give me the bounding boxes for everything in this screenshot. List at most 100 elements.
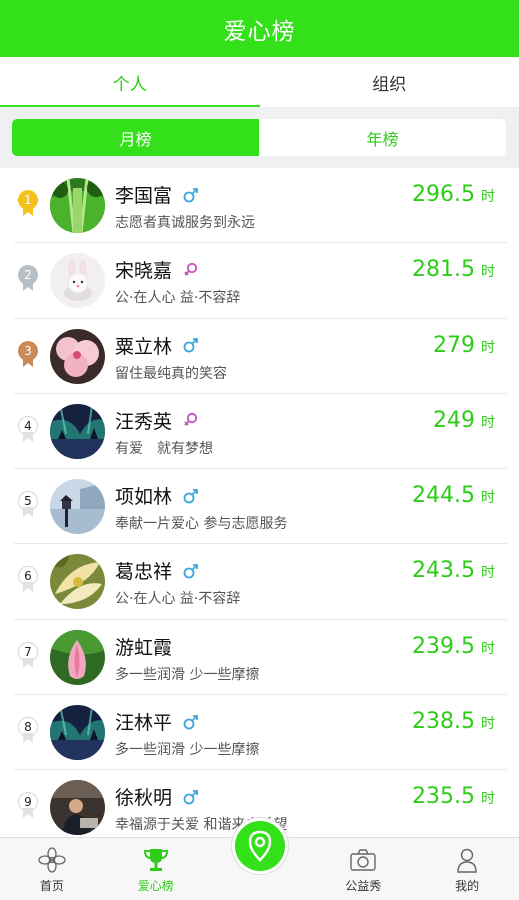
- avatar: [50, 178, 105, 233]
- category-tabs: 个人 组织: [0, 57, 519, 107]
- user-name: 项如林: [115, 486, 173, 509]
- male-icon: [183, 714, 198, 729]
- user-name: 游虹霞: [115, 636, 173, 659]
- tab-charity-show[interactable]: 公益秀: [311, 838, 415, 900]
- user-name: 汪秀英: [115, 410, 173, 433]
- user-motto: 志愿者真诚服务到永远: [115, 215, 255, 231]
- period-segmented-control: 月榜 年榜: [12, 119, 506, 156]
- avatar: [50, 328, 105, 384]
- avatar: [50, 253, 105, 309]
- list-item[interactable]: 3 粟立林 留住最纯真的笑容 279 时: [14, 319, 507, 394]
- home-flower-icon: [38, 847, 66, 873]
- volunteer-hours: 235.5 时: [412, 784, 495, 809]
- volunteer-hours: 238.5 时: [412, 709, 495, 734]
- avatar: [50, 629, 105, 685]
- volunteer-hours: 244.5 时: [412, 483, 495, 508]
- hours-unit: 时: [481, 264, 495, 281]
- hours-unit: 时: [481, 414, 495, 431]
- rank-badge: 7: [18, 641, 38, 670]
- user-motto: 留住最纯真的笑容: [115, 365, 227, 382]
- user-motto: 多一些润滑 少一些摩擦: [115, 742, 260, 759]
- volunteer-hours: 296.5 时: [412, 182, 495, 207]
- rank-badge: 5: [18, 491, 38, 519]
- tab-love-ranking[interactable]: 爱心榜: [104, 838, 208, 900]
- male-icon: [183, 338, 198, 353]
- avatar: [50, 479, 105, 535]
- tab-location[interactable]: [232, 818, 288, 874]
- volunteer-hours: 239.5 时: [412, 634, 495, 659]
- user-icon: [457, 848, 477, 873]
- period-segment-area: 月榜 年榜: [0, 107, 519, 168]
- tab-home[interactable]: 首页: [0, 838, 104, 900]
- hours-unit: 时: [481, 189, 495, 205]
- list-item[interactable]: 6 葛忠祥 公·在人心 益·不容辞 243.5 时: [14, 544, 507, 620]
- location-pin-icon: [248, 830, 272, 862]
- hours-unit: 时: [481, 640, 495, 657]
- rank-badge: 9: [18, 792, 38, 820]
- rank-badge: 4: [18, 415, 38, 444]
- list-item[interactable]: 1 李国富 志愿者真诚服务到永远 296.5 时: [14, 168, 507, 244]
- tab-charity-show-label: 公益秀: [345, 879, 382, 893]
- hours-value: 279: [433, 332, 475, 358]
- list-item[interactable]: 7 游虹霞 多一些润滑 少一些摩擦 239.5 时: [14, 620, 507, 696]
- female-icon: [184, 262, 198, 276]
- rank-medal-bronze: 3: [18, 340, 38, 369]
- list-item[interactable]: 8 汪林平 多一些润滑 少一些摩擦 238.5 时: [14, 695, 507, 771]
- user-name: 徐秋明: [115, 787, 173, 810]
- volunteer-hours: 281.5 时: [412, 257, 495, 282]
- user-name: 李国富: [115, 185, 173, 207]
- hours-value: 243.5: [412, 558, 475, 584]
- hours-unit: 时: [481, 339, 495, 356]
- list-item[interactable]: 2 宋晓嘉 公·在人心 益·不容辞 281.5 时: [14, 243, 507, 319]
- hours-value: 244.5: [412, 483, 475, 509]
- tab-mine-label: 我的: [455, 879, 480, 893]
- hours-unit: 时: [481, 716, 495, 733]
- tab-mine[interactable]: 我的: [415, 838, 519, 900]
- hours-unit: 时: [481, 791, 495, 808]
- hours-value: 235.5: [412, 784, 475, 810]
- hours-unit: 时: [481, 490, 495, 507]
- user-name: 粟立林: [115, 335, 173, 358]
- user-name: 宋晓嘉: [115, 260, 173, 283]
- hours-value: 281.5: [412, 257, 475, 283]
- rank-medal-gold: 1: [18, 190, 38, 218]
- tab-love-ranking-label: 爱心榜: [137, 879, 174, 893]
- hours-value: 296.5: [412, 182, 475, 207]
- hours-value: 238.5: [412, 709, 475, 735]
- segment-yearly[interactable]: 年榜: [259, 119, 506, 156]
- user-name: 葛忠祥: [115, 561, 173, 584]
- user-motto: 奉献一片爱心 参与志愿服务: [115, 516, 288, 533]
- volunteer-hours: 243.5 时: [412, 558, 495, 583]
- trophy-icon: [143, 849, 168, 871]
- tab-home-label: 首页: [39, 879, 64, 893]
- list-item[interactable]: 4 汪秀英 有爱 就有梦想 249 时: [14, 394, 507, 470]
- avatar: [50, 403, 105, 459]
- volunteer-hours: 279 时: [433, 333, 495, 358]
- rank-badge: 6: [18, 566, 38, 594]
- tab-personal[interactable]: 个人: [0, 57, 260, 107]
- male-icon: [183, 789, 198, 805]
- male-icon: [183, 488, 198, 504]
- female-icon: [184, 413, 198, 427]
- hours-value: 249: [433, 407, 475, 433]
- avatar: [50, 705, 105, 761]
- segment-monthly[interactable]: 月榜: [12, 119, 259, 156]
- male-icon: [183, 564, 198, 579]
- tab-organization[interactable]: 组织: [260, 57, 519, 107]
- rank-badge: 8: [18, 717, 38, 745]
- avatar: [50, 780, 105, 836]
- user-motto: 多一些润滑 少一些摩擦: [115, 666, 260, 683]
- top-navigation-bar: 爱心榜: [0, 0, 519, 57]
- user-motto: 公·在人心 益·不容辞: [115, 591, 241, 608]
- hours-value: 239.5: [412, 633, 475, 659]
- male-icon: [183, 187, 198, 202]
- volunteer-hours: 249 时: [433, 408, 495, 433]
- user-motto: 有爱 就有梦想: [115, 440, 213, 457]
- user-motto: 公·在人心 益·不容辞: [115, 290, 241, 307]
- ranking-list: 1 李国富 志愿者真诚服务到永远 296.5 时 2 宋晓嘉 公·在人心 益·不…: [0, 168, 519, 846]
- rank-medal-silver: 2: [18, 265, 38, 293]
- hours-unit: 时: [481, 565, 495, 582]
- page-title: 爱心榜: [223, 18, 296, 45]
- user-name: 汪林平: [115, 712, 173, 735]
- list-item[interactable]: 5 项如林 奉献一片爱心 参与志愿服务 244.5 时: [14, 469, 507, 545]
